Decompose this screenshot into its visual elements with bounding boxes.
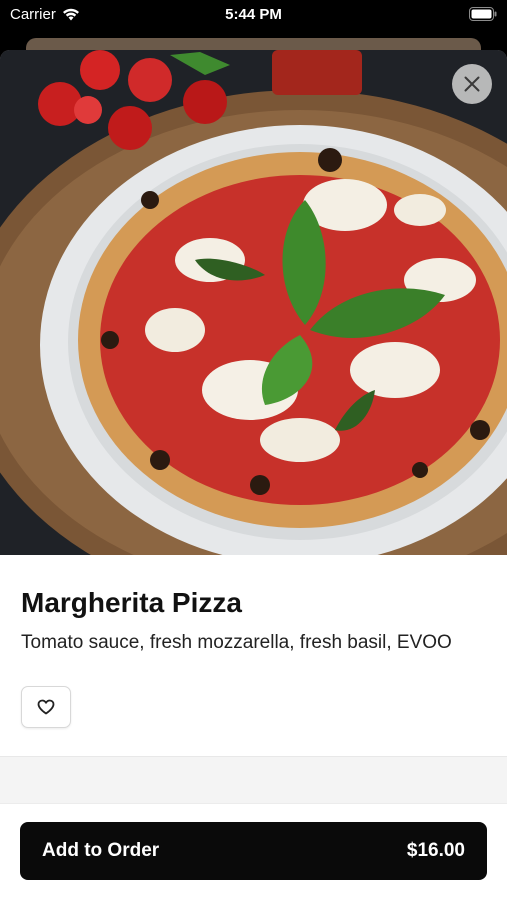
add-to-order-label: Add to Order (42, 840, 160, 861)
close-button[interactable] (452, 64, 492, 104)
item-image (0, 50, 507, 555)
battery-icon (469, 7, 497, 21)
close-icon (464, 76, 480, 92)
section-divider (0, 756, 507, 804)
favorite-button[interactable] (21, 686, 71, 728)
pizza-illustration (0, 50, 507, 555)
status-bar: Carrier 5:44 PM (0, 0, 507, 30)
order-price: $16.00 (406, 840, 465, 861)
item-description: Tomato sauce, fresh mozzarella, fresh ba… (21, 632, 452, 653)
item-title: Margherita Pizza (21, 587, 242, 618)
heart-icon (37, 699, 55, 715)
add-to-order-button[interactable]: Add to Order $16.00 (20, 822, 487, 880)
status-time: 5:44 PM (225, 6, 282, 23)
item-detail-sheet: Margherita Pizza Tomato sauce, fresh moz… (0, 50, 507, 900)
